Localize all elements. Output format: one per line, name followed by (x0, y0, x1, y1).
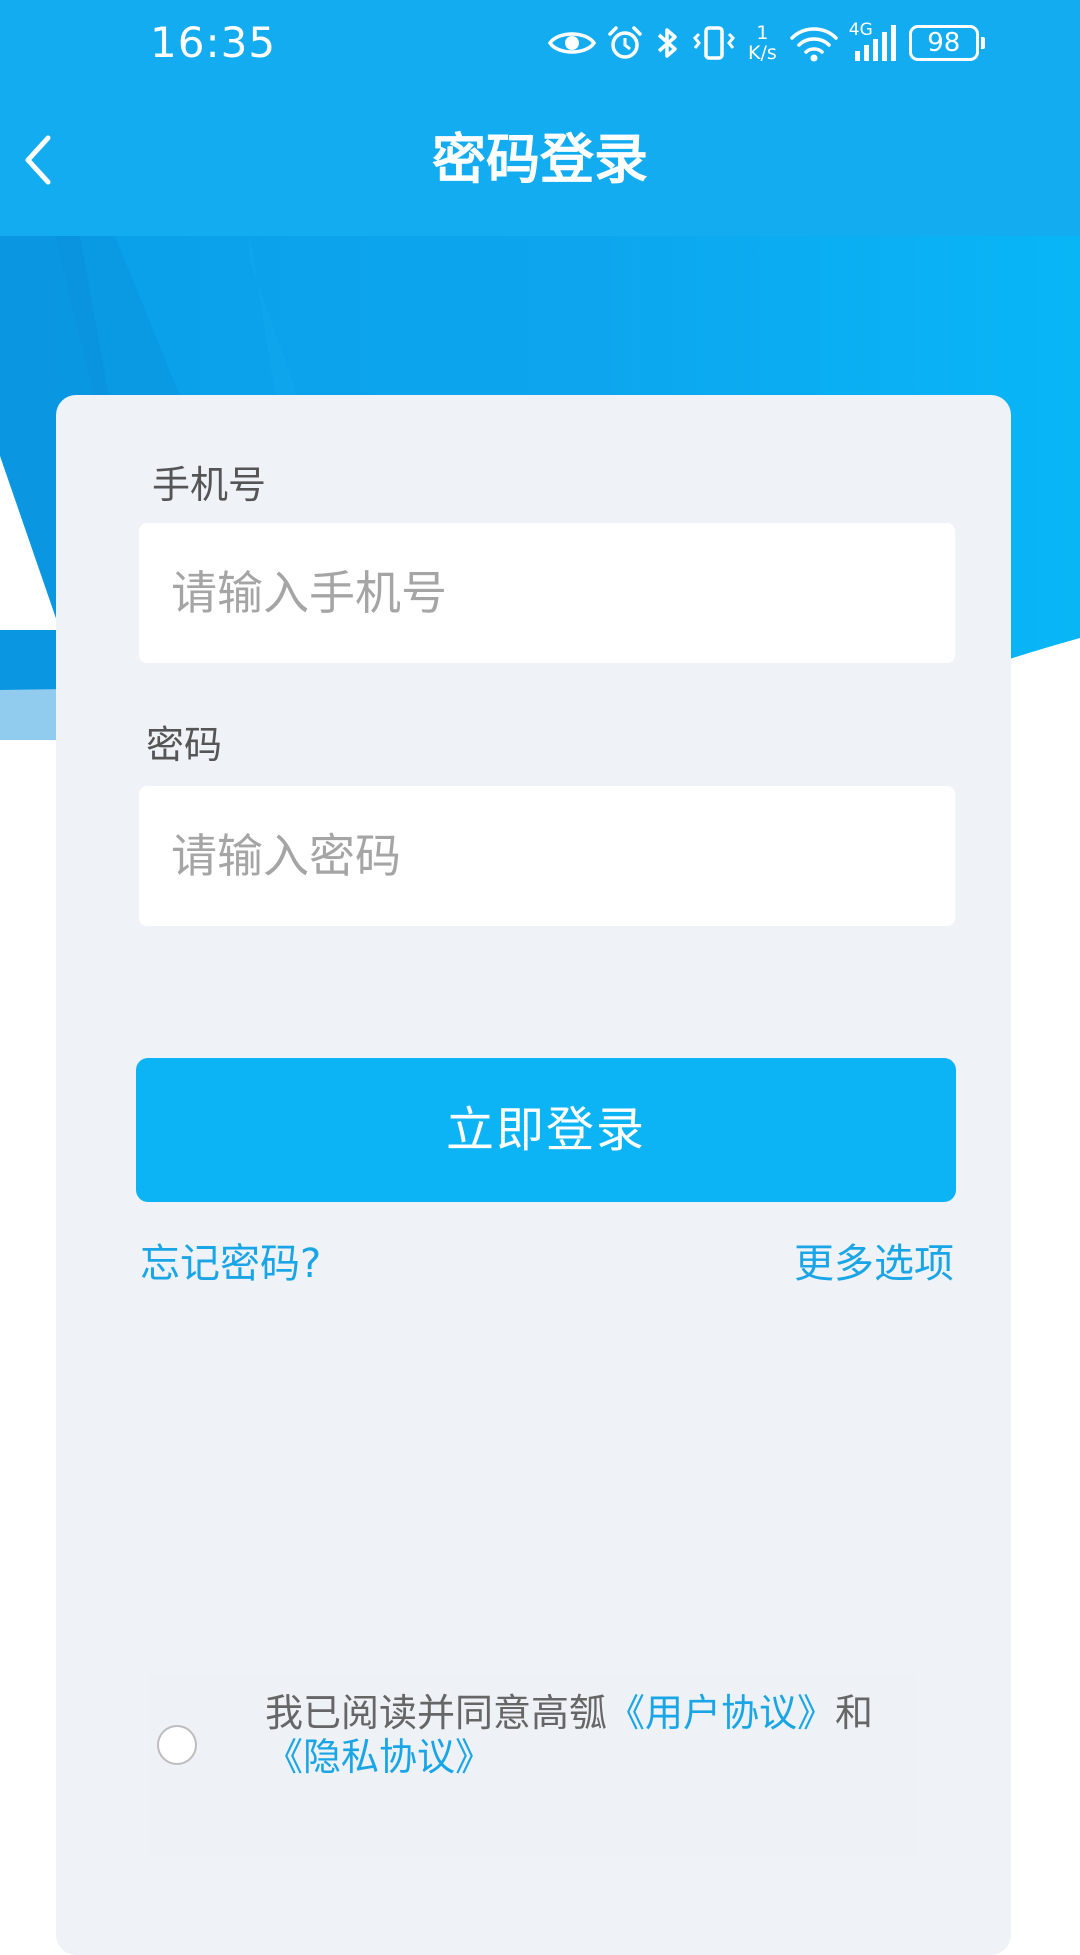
agreement-text: 我已阅读并同意高瓠《用户协议》和《隐私协议》 (265, 1691, 925, 1779)
phone-input[interactable] (139, 523, 955, 663)
wifi-icon (790, 27, 838, 62)
password-input[interactable] (139, 786, 955, 926)
network-speed-unit: K/s (748, 42, 777, 64)
user-agreement-link[interactable]: 《用户协议》 (607, 1691, 835, 1735)
status-bar: 16:35 1 K/s 4G 98 (0, 0, 1080, 90)
network-speed-value: 1 (756, 22, 769, 44)
login-card: 手机号 密码 立即登录 忘记密码? 更多选项 我已阅读并同意高瓠《用户协议》和《… (56, 395, 1011, 1955)
signal-icon (854, 25, 896, 61)
battery-icon: 98 (908, 25, 985, 61)
cell-signal: 4G (849, 21, 899, 63)
network-speed: 1 K/s (748, 23, 777, 63)
agreement-prefix: 我已阅读并同意高瓠 (265, 1691, 608, 1735)
forgot-password-link[interactable]: 忘记密码? (140, 1239, 321, 1289)
agree-checkbox[interactable] (157, 1725, 197, 1765)
status-icons: 1 K/s 4G 98 (548, 16, 985, 70)
agreement-conjunction: 和 (835, 1691, 874, 1735)
status-time: 16:35 (150, 18, 277, 67)
bluetooth-icon (657, 28, 677, 58)
login-button[interactable]: 立即登录 (136, 1058, 956, 1202)
eye-icon (548, 32, 596, 54)
alarm-clock-icon (608, 26, 642, 59)
privacy-policy-link[interactable]: 《隐私协议》 (265, 1735, 493, 1779)
phone-label: 手机号 (152, 463, 267, 507)
vibrate-icon (692, 26, 736, 60)
page-title: 密码登录 (432, 128, 648, 191)
battery-level: 98 (927, 28, 961, 58)
more-options-link[interactable]: 更多选项 (794, 1239, 954, 1289)
password-label: 密码 (146, 723, 223, 767)
